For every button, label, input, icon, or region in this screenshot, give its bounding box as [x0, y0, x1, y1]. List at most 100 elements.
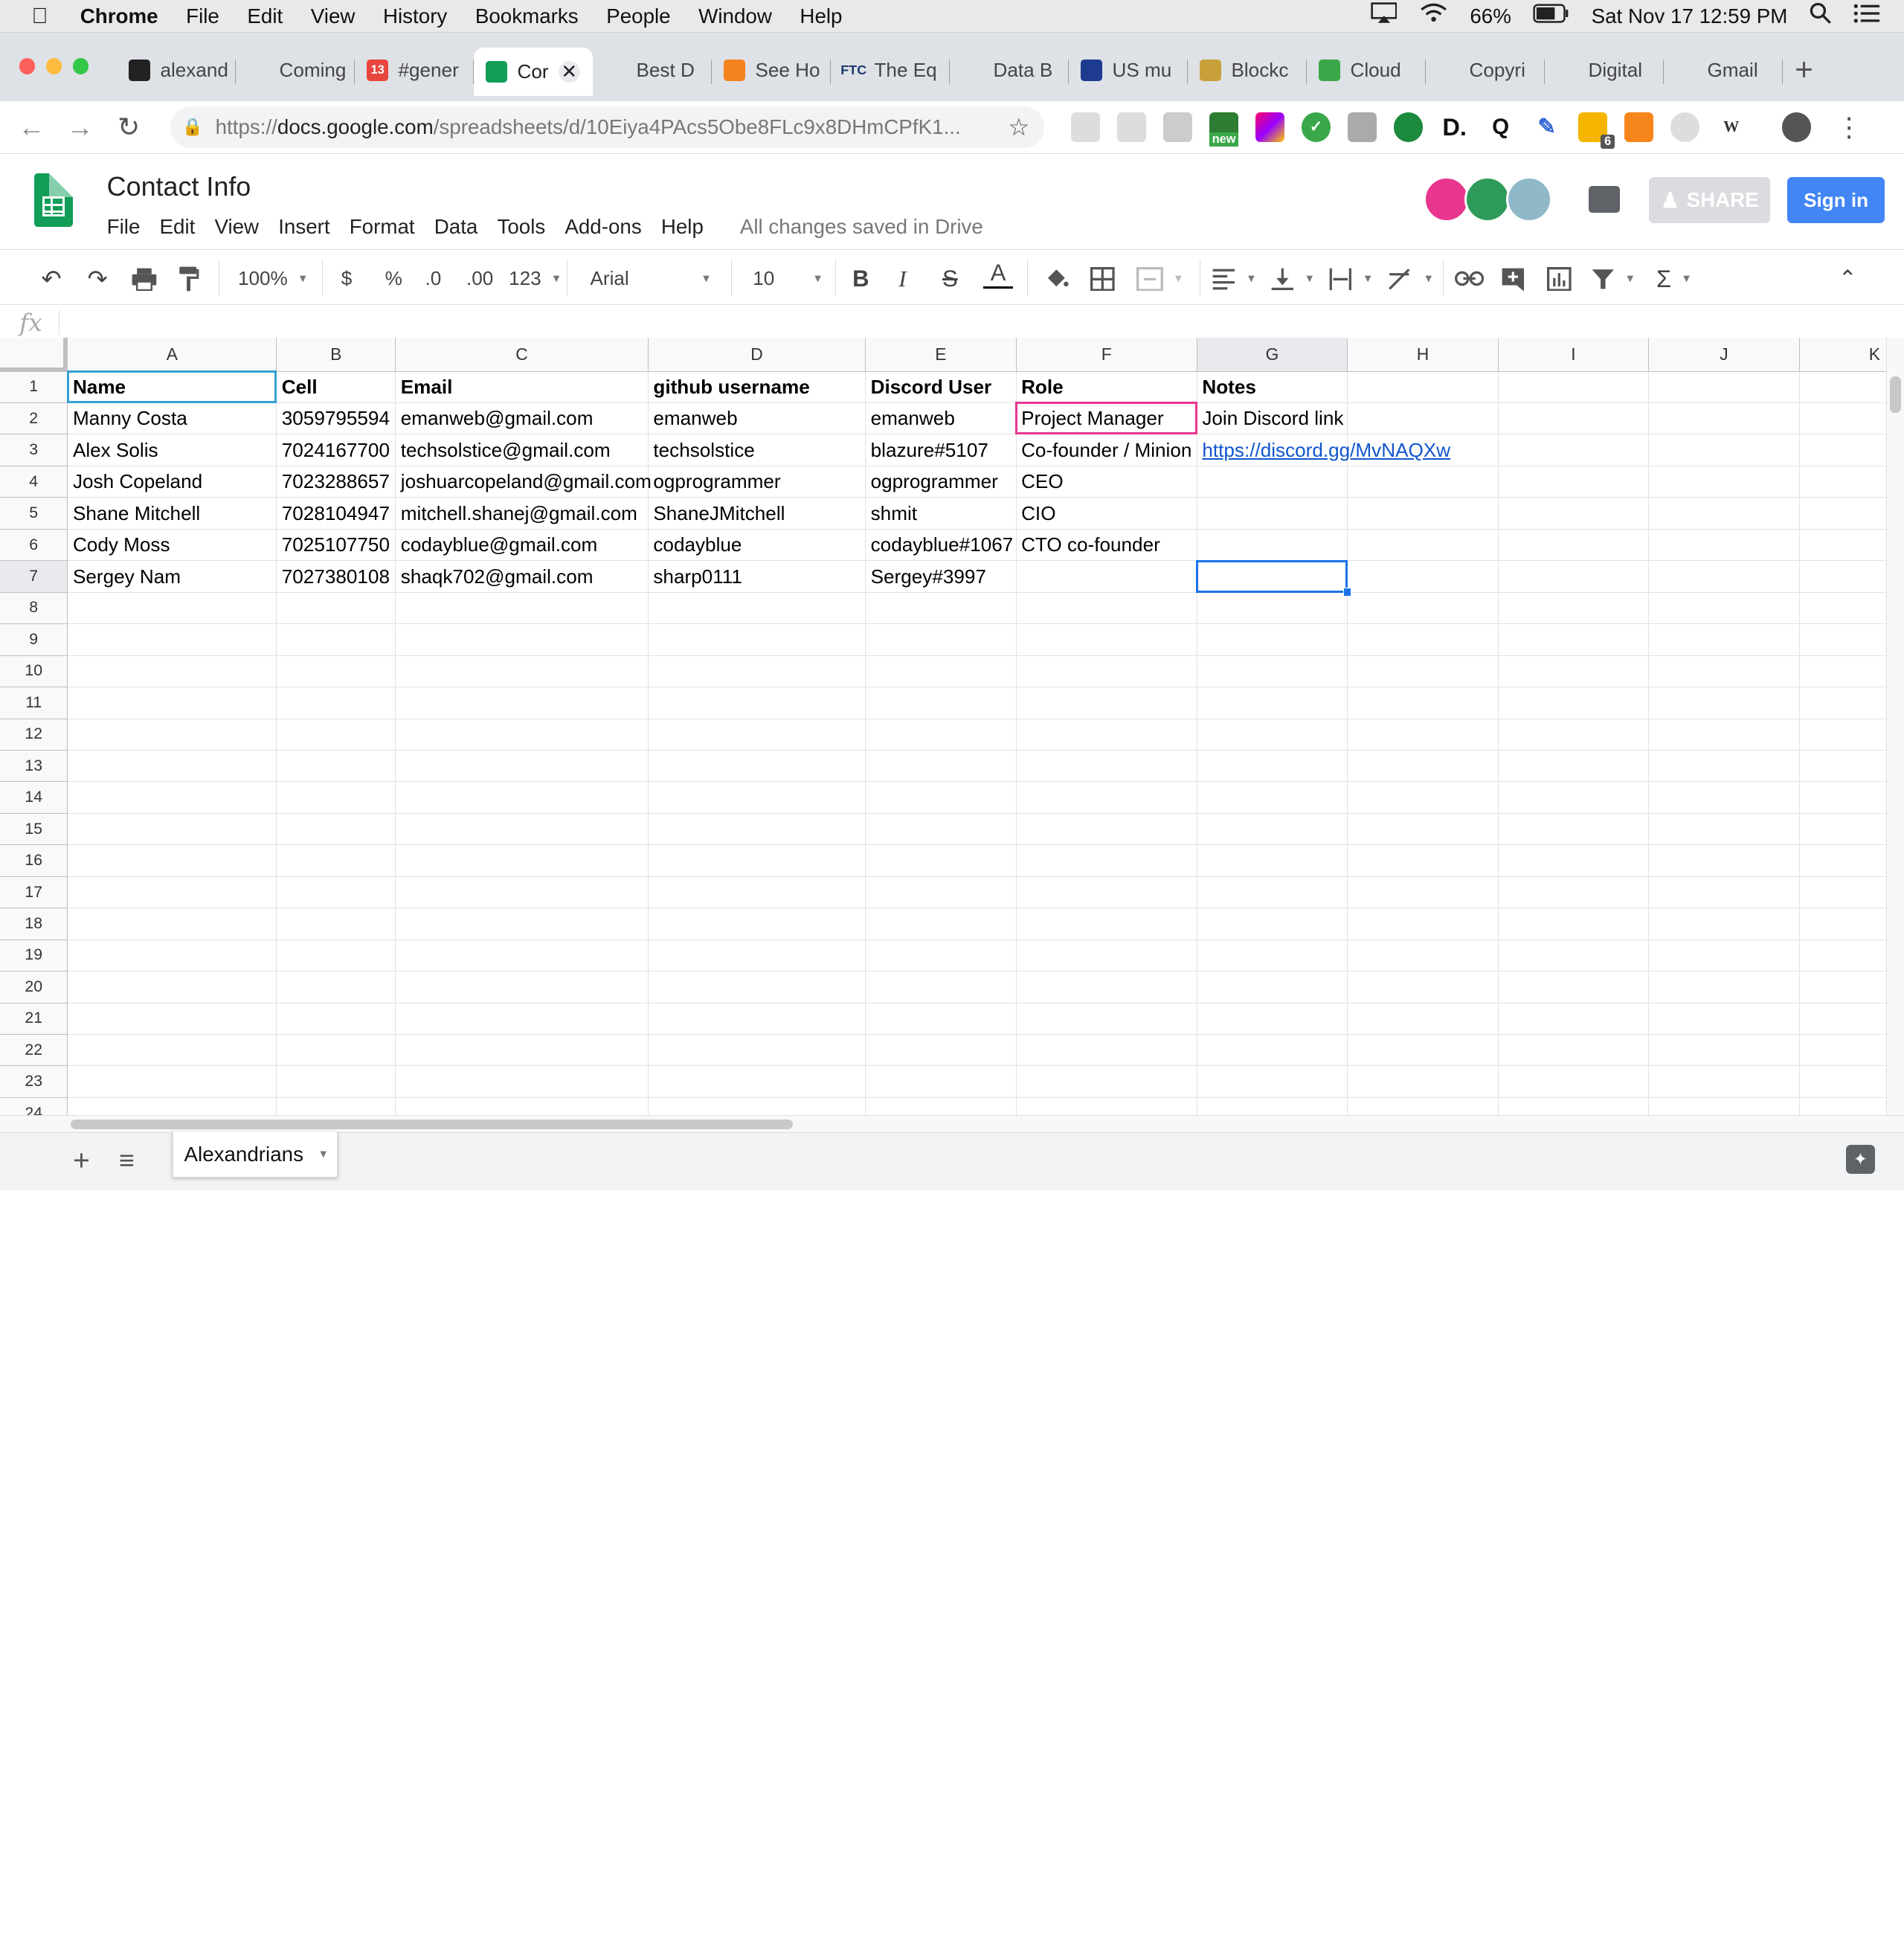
cell-I1[interactable]	[1498, 371, 1650, 404]
row-header[interactable]: 9	[0, 624, 68, 656]
add-sheet-button[interactable]: +	[73, 1145, 90, 1178]
cell-A24[interactable]	[68, 1097, 277, 1115]
extension-react-icon[interactable]	[1116, 112, 1147, 142]
docs-menu-format[interactable]: Format	[350, 215, 415, 239]
cell-J20[interactable]	[1649, 972, 1800, 1003]
cell-A18[interactable]	[68, 908, 277, 940]
functions-button[interactable]: Σ ▼	[1656, 264, 1692, 293]
cell-D19[interactable]	[648, 940, 866, 972]
cell-D4[interactable]: ogprogrammer	[648, 466, 866, 498]
cell-E12[interactable]	[866, 719, 1017, 751]
extension-notes-icon[interactable]: 6	[1578, 112, 1615, 150]
cell-H1[interactable]	[1348, 371, 1499, 404]
cell-E21[interactable]	[866, 1003, 1017, 1035]
cell-G10[interactable]	[1197, 655, 1348, 688]
cell-C23[interactable]	[396, 1066, 649, 1098]
cell-J18[interactable]	[1649, 908, 1800, 940]
extension-shield-icon[interactable]	[1394, 112, 1424, 142]
cell-J16[interactable]	[1649, 845, 1800, 877]
cell-G23[interactable]	[1197, 1066, 1348, 1098]
cell-D8[interactable]	[648, 592, 866, 625]
menu-app-name[interactable]: Chrome	[80, 4, 158, 28]
cell-I16[interactable]	[1498, 845, 1650, 877]
extension-target-icon[interactable]	[1070, 112, 1101, 142]
cell-G9[interactable]	[1197, 624, 1348, 656]
cell-F12[interactable]	[1016, 719, 1197, 751]
lock-icon[interactable]: 🔒	[182, 117, 203, 137]
cell-E6[interactable]: codayblue#1067	[866, 529, 1017, 562]
save-status[interactable]: All changes saved in Drive	[740, 215, 983, 239]
row-header[interactable]: 6	[0, 529, 68, 562]
minimize-window-button[interactable]	[46, 58, 62, 74]
browser-tab[interactable]: Blockc	[1188, 48, 1307, 94]
cell-I18[interactable]	[1498, 908, 1650, 940]
cell-G6[interactable]	[1197, 529, 1348, 562]
cell-C10[interactable]	[396, 655, 649, 688]
horizontal-align-icon[interactable]: ▼	[1212, 264, 1257, 293]
cell-G5[interactable]	[1197, 498, 1348, 530]
cell-B4[interactable]: 7023288657	[277, 466, 396, 498]
cell-A22[interactable]	[68, 1035, 277, 1067]
cell-J12[interactable]	[1649, 719, 1800, 751]
cell-D3[interactable]: techsolstice	[648, 434, 866, 466]
cell-A16[interactable]	[68, 845, 277, 877]
docs-menu-addons[interactable]: Add-ons	[565, 215, 641, 239]
fill-color-icon[interactable]	[1044, 264, 1069, 293]
more-formats-select[interactable]: 123 ▼	[509, 264, 562, 293]
cell-F21[interactable]	[1016, 1003, 1197, 1035]
cell-E17[interactable]	[866, 876, 1017, 909]
cell-F23[interactable]	[1016, 1066, 1197, 1098]
cell-C7[interactable]: shaqk702@gmail.com	[396, 561, 649, 593]
cell-A17[interactable]	[68, 876, 277, 909]
cell-G7[interactable]	[1197, 561, 1348, 593]
text-color-button[interactable]: A	[983, 260, 1013, 289]
cell-B3[interactable]: 7024167700	[277, 434, 396, 466]
cell-I13[interactable]	[1498, 750, 1650, 783]
cell-H9[interactable]	[1348, 624, 1499, 656]
cell-C14[interactable]	[396, 782, 649, 814]
docs-menu-help[interactable]: Help	[661, 215, 704, 239]
cell-B1[interactable]: Cell	[277, 371, 396, 404]
cell-A3[interactable]: Alex Solis	[68, 434, 277, 466]
cell-F17[interactable]	[1016, 876, 1197, 909]
cell-H6[interactable]	[1348, 529, 1499, 562]
cell-E23[interactable]	[866, 1066, 1017, 1098]
column-header[interactable]: I	[1498, 337, 1650, 372]
cell-H16[interactable]	[1348, 845, 1499, 877]
cell-F6[interactable]: CTO co-founder	[1016, 529, 1197, 562]
docs-menu-edit[interactable]: Edit	[160, 215, 196, 239]
cell-D18[interactable]	[648, 908, 866, 940]
cell-G11[interactable]	[1197, 687, 1348, 719]
cell-I12[interactable]	[1498, 719, 1650, 751]
cell-F14[interactable]	[1016, 782, 1197, 814]
extension-o-icon[interactable]	[1670, 112, 1700, 142]
cell-D15[interactable]	[648, 813, 866, 846]
cell-F4[interactable]: CEO	[1016, 466, 1197, 498]
cell-C8[interactable]	[396, 592, 649, 625]
row-header[interactable]: 23	[0, 1066, 68, 1098]
extension-palette-icon[interactable]	[1255, 112, 1285, 142]
format-currency-button[interactable]: $	[341, 264, 353, 293]
cell-J9[interactable]	[1649, 624, 1800, 656]
cell-H17[interactable]	[1348, 876, 1499, 909]
cell-D9[interactable]	[648, 624, 866, 656]
cell-I10[interactable]	[1498, 655, 1650, 688]
cell-E8[interactable]	[866, 592, 1017, 625]
cell-B5[interactable]: 7028104947	[277, 498, 396, 530]
column-header[interactable]: F	[1016, 337, 1197, 372]
cell-J24[interactable]	[1649, 1097, 1800, 1115]
cell-E7[interactable]: Sergey#3997	[866, 561, 1017, 593]
cell-E14[interactable]	[866, 782, 1017, 814]
sign-in-button[interactable]: Sign in	[1787, 177, 1885, 224]
cell-G1[interactable]: Notes	[1197, 371, 1348, 404]
cell-D24[interactable]	[649, 1097, 866, 1115]
borders-icon[interactable]	[1090, 264, 1115, 293]
cell-G4[interactable]	[1197, 466, 1348, 498]
cell-H5[interactable]	[1348, 498, 1499, 530]
browser-tab[interactable]: Best D	[593, 48, 712, 94]
row-header[interactable]: 8	[0, 592, 68, 625]
cell-B15[interactable]	[277, 813, 396, 846]
cell-E16[interactable]	[866, 845, 1017, 877]
cell-J19[interactable]	[1649, 940, 1800, 972]
close-tab-icon[interactable]: ✕	[558, 60, 580, 83]
